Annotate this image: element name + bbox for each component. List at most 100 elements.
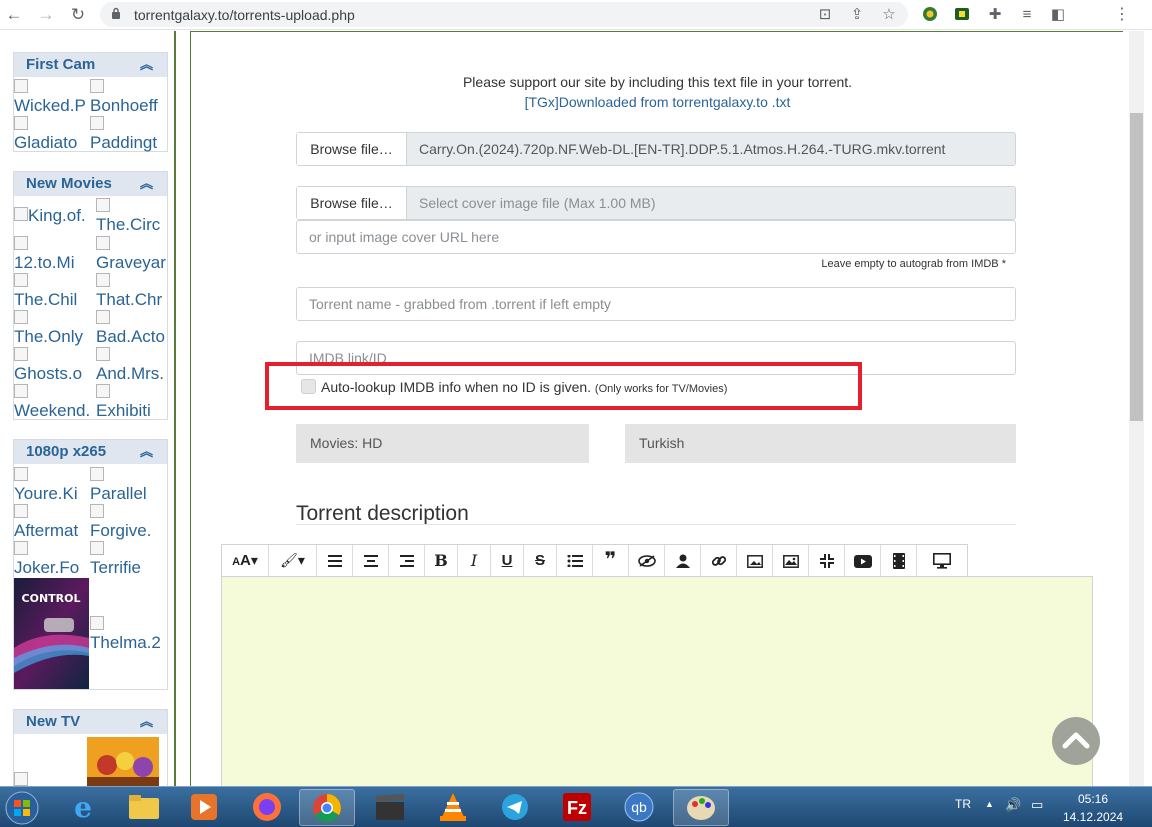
paint-icon[interactable] <box>673 789 729 826</box>
font-size-icon[interactable]: AA▾ <box>222 545 269 576</box>
section-header[interactable]: 1080p x265 ︽ <box>14 440 167 464</box>
chrome-icon[interactable] <box>299 789 355 826</box>
thumb-link[interactable]: Terrifie <box>90 541 167 577</box>
thumb-link[interactable]: Gladiato <box>14 116 88 152</box>
broken-image-icon <box>96 347 110 361</box>
extension-globe-icon[interactable] <box>921 5 939 23</box>
torrent-file-input[interactable]: Browse file… Carry.On.(2024).720p.NF.Web… <box>296 132 1016 166</box>
thumb-link[interactable]: Ghosts.o <box>14 347 94 383</box>
spoiler-eye-icon[interactable] <box>629 545 665 576</box>
collapse-icon[interactable]: ︽ <box>140 710 153 734</box>
user-icon[interactable] <box>665 545 701 576</box>
thumb-link[interactable]: Wicked.P <box>14 79 88 115</box>
section-header[interactable]: New TV ︽ <box>14 710 167 734</box>
forward-icon[interactable]: → <box>34 3 58 27</box>
collapse-icon[interactable]: ︽ <box>140 172 153 196</box>
telegram-icon[interactable] <box>487 789 543 826</box>
thumb-link[interactable]: Youre.Ki <box>14 467 88 503</box>
list-icon[interactable] <box>557 545 593 576</box>
volume-icon[interactable]: 🔊 <box>1005 797 1021 813</box>
network-icon[interactable]: ▭ <box>1031 797 1043 813</box>
align-right-icon[interactable] <box>389 545 425 576</box>
firefox-icon[interactable] <box>239 789 295 826</box>
broken-image-icon <box>90 504 104 518</box>
underline-icon[interactable]: U <box>491 545 524 576</box>
clock-date[interactable]: 14.12.2024 <box>1063 810 1123 824</box>
filezilla-icon[interactable]: Fz <box>549 789 605 826</box>
thumb-link[interactable]: Graveyar <box>96 236 168 272</box>
screen-icon[interactable] <box>917 545 967 576</box>
thumb-link[interactable]: Exhibiti <box>96 384 168 420</box>
share-icon[interactable]: ⇪ <box>848 6 866 24</box>
reload-icon[interactable]: ↻ <box>66 3 90 27</box>
thumb-link[interactable]: Parallel <box>90 467 167 503</box>
thumb-link[interactable]: Joker.Fo <box>14 541 88 577</box>
bold-icon[interactable]: B <box>425 545 458 576</box>
italic-icon[interactable]: I <box>458 545 491 576</box>
translate-icon[interactable]: ⊡ <box>816 6 834 24</box>
thumb-link[interactable]: Bad.Acto <box>96 310 168 346</box>
collapse-icon[interactable]: ︽ <box>140 440 153 464</box>
thumb-link[interactable]: Bonhoeff <box>90 79 167 115</box>
reading-list-icon[interactable]: ≡ <box>1015 3 1039 27</box>
image-icon[interactable] <box>737 545 773 576</box>
cover-file-input[interactable]: Browse file… Select cover image file (Ma… <box>296 186 1016 220</box>
scroll-to-top-button[interactable] <box>1052 717 1100 765</box>
align-center-icon[interactable] <box>353 545 389 576</box>
thumb-link[interactable]: Thelma.2 <box>90 616 167 652</box>
extension-tool-icon[interactable] <box>953 5 971 23</box>
clock-time[interactable]: 05:16 <box>1078 792 1108 806</box>
bookmark-star-icon[interactable]: ☆ <box>880 6 898 24</box>
movie-poster-image[interactable]: CONTROL <box>14 578 89 689</box>
section-header[interactable]: New Movies ︽ <box>14 172 167 196</box>
video-file-icon[interactable] <box>881 545 917 576</box>
description-editor[interactable] <box>221 576 1093 791</box>
side-panel-icon[interactable]: ◧ <box>1046 3 1070 27</box>
thumb-link[interactable]: Paddingt <box>90 116 167 152</box>
section-header[interactable]: First Cam ︽ <box>14 53 167 77</box>
thumb-link[interactable]: And.Mrs. <box>96 347 168 383</box>
scrollbar-thumb[interactable] <box>1130 113 1143 421</box>
torrent-name-input[interactable]: Torrent name - grabbed from .torrent if … <box>296 287 1016 321</box>
thumb-link[interactable]: Aftermat <box>14 504 88 540</box>
thumb-link[interactable]: Weekend. <box>14 384 94 420</box>
language-indicator[interactable]: TR <box>955 797 971 811</box>
link-icon[interactable] <box>701 545 737 576</box>
thumb-link[interactable]: The.Only <box>14 310 94 346</box>
youtube-icon[interactable] <box>845 545 881 576</box>
image-gallery-icon[interactable] <box>773 545 809 576</box>
collapse-icon[interactable]: ︽ <box>140 53 153 77</box>
compress-icon[interactable] <box>809 545 845 576</box>
explorer-folder-icon[interactable] <box>116 789 172 826</box>
ie-icon[interactable]: e <box>55 789 111 826</box>
thumb-link[interactable]: 12.to.Mi <box>14 236 94 272</box>
menu-dots-icon[interactable]: ⋮ <box>1110 3 1134 27</box>
thumb-link[interactable]: King.of. <box>14 207 94 225</box>
vlc-icon[interactable] <box>425 789 481 826</box>
address-bar[interactable]: torrentgalaxy.to/torrents-upload.php ⊡ ⇪… <box>100 2 908 27</box>
clapperboard-icon[interactable] <box>362 789 418 826</box>
color-brush-icon[interactable]: 🖌▾ <box>269 545 317 576</box>
thumb-link[interactable]: The.Circ <box>96 198 168 234</box>
browse-torrent-button[interactable]: Browse file… <box>297 133 407 165</box>
back-icon[interactable]: ← <box>2 3 26 27</box>
cover-url-input[interactable]: or input image cover URL here <box>296 220 1016 254</box>
browse-cover-button[interactable]: Browse file… <box>297 187 407 219</box>
extensions-puzzle-icon[interactable]: ✚ <box>983 3 1007 27</box>
qbittorrent-icon[interactable]: qb <box>611 789 667 826</box>
thumb-link[interactable]: Forgive. <box>90 504 167 540</box>
auto-lookup-checkbox[interactable] <box>301 379 316 394</box>
quote-icon[interactable]: ❞ <box>593 545 629 576</box>
strikethrough-icon[interactable]: S <box>524 545 557 576</box>
language-select[interactable]: Turkish <box>625 424 1016 463</box>
page-scrollbar[interactable] <box>1129 31 1144 786</box>
media-player-icon[interactable] <box>176 789 232 826</box>
thumb-link[interactable]: That.Chr <box>96 273 168 309</box>
category-select[interactable]: Movies: HD <box>296 424 589 463</box>
tv-poster-image[interactable] <box>87 737 159 786</box>
thumb-link[interactable]: The.Chil <box>14 273 94 309</box>
tray-expand-icon[interactable]: ▲ <box>985 799 994 809</box>
align-left-icon[interactable] <box>317 545 353 576</box>
start-button[interactable] <box>0 789 44 826</box>
support-file-link[interactable]: [TGx]Downloaded from torrentgalaxy.to .t… <box>191 94 1124 110</box>
